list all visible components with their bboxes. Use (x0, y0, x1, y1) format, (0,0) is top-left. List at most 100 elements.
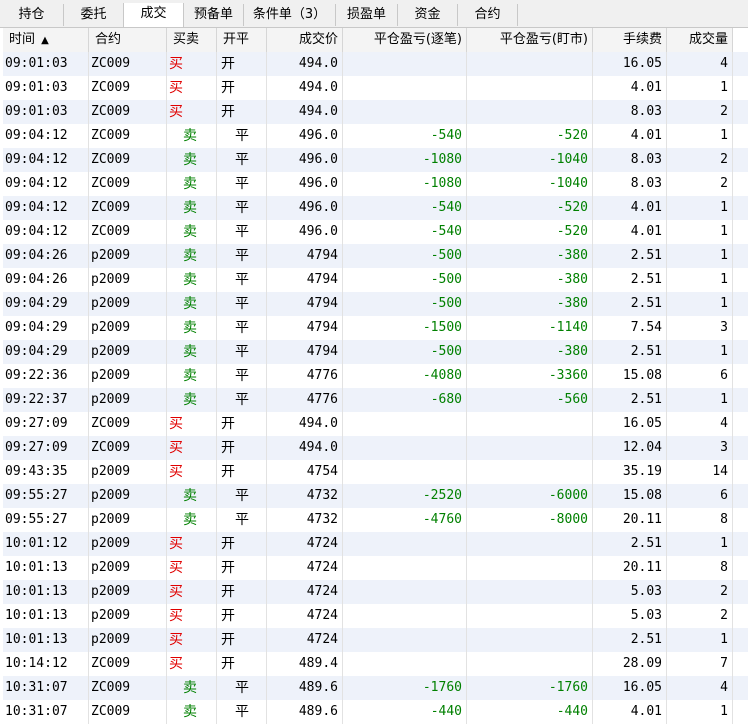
table-row[interactable]: 09:55:27 p2009 卖平 4732 -4760 -8000 20.11 8 (3, 508, 748, 532)
col-header-side[interactable]: 买卖 (167, 28, 217, 52)
tab-funds[interactable]: 资金 (398, 4, 458, 26)
tab-pending-orders[interactable]: 预备单 (184, 4, 244, 26)
table-row[interactable]: 10:01:13 p2009 买开 4724 5.03 2 (3, 604, 748, 628)
cell-side: 卖 (167, 196, 217, 220)
cell-open-close: 平 (217, 508, 267, 532)
table-row[interactable]: 09:01:03 ZC009 买开 494.0 4.01 1 (3, 76, 748, 100)
cell-symbol: p2009 (89, 556, 167, 580)
col-header-price[interactable]: 成交价 (267, 28, 343, 52)
table-row[interactable]: 09:04:26 p2009 卖平 4794 -500 -380 2.51 1 (3, 244, 748, 268)
cell-side: 卖 (167, 388, 217, 412)
cell-time: 10:01:13 (3, 580, 89, 604)
cell-symbol: p2009 (89, 508, 167, 532)
cell-time: 10:31:07 (3, 676, 89, 700)
cell-price: 494.0 (267, 52, 343, 76)
col-header-pl-trade[interactable]: 平仓盈亏(逐笔) (343, 28, 467, 52)
cell-time: 09:27:09 (3, 412, 89, 436)
cell-open-close: 平 (217, 676, 267, 700)
cell-fee: 4.01 (593, 196, 667, 220)
cell-open-close: 开 (217, 76, 267, 100)
cell-side: 卖 (167, 148, 217, 172)
cell-pl-mark (467, 52, 593, 76)
table-row[interactable]: 09:04:29 p2009 卖平 4794 -500 -380 2.51 1 (3, 340, 748, 364)
cell-qty: 1 (667, 532, 733, 556)
tab-positions[interactable]: 持仓 (0, 4, 64, 26)
table-row[interactable]: 10:14:12 ZC009 买开 489.4 28.09 7 (3, 652, 748, 676)
table-row[interactable]: 10:01:13 p2009 买开 4724 20.11 8 (3, 556, 748, 580)
table-row[interactable]: 09:01:03 ZC009 买开 494.0 16.05 4 (3, 52, 748, 76)
table-row[interactable]: 09:22:36 p2009 卖平 4776 -4080 -3360 15.08 6 (3, 364, 748, 388)
col-header-pl-mark[interactable]: 平仓盈亏(盯市) (467, 28, 593, 52)
col-header-time[interactable]: 时间 ▲ (3, 28, 89, 52)
cell-pl-trade (343, 556, 467, 580)
cell-time: 09:04:12 (3, 124, 89, 148)
table-row[interactable]: 09:04:12 ZC009 卖平 496.0 -540 -520 4.01 1 (3, 220, 748, 244)
table-header: 时间 ▲ 合约 买卖 开平 成交价 平仓盈亏(逐笔) 平仓盈亏(盯市) 手续费 … (3, 28, 733, 53)
tab-orders[interactable]: 委托 (64, 4, 124, 26)
table-row[interactable]: 09:04:12 ZC009 卖平 496.0 -1080 -1040 8.03 2 (3, 148, 748, 172)
table-row[interactable]: 10:01:13 p2009 买开 4724 5.03 2 (3, 580, 748, 604)
cell-qty: 2 (667, 172, 733, 196)
cell-pl-mark: -380 (467, 340, 593, 364)
table-row[interactable]: 09:04:29 p2009 卖平 4794 -500 -380 2.51 1 (3, 292, 748, 316)
cell-open-close: 开 (217, 604, 267, 628)
table-row[interactable]: 09:04:26 p2009 卖平 4794 -500 -380 2.51 1 (3, 268, 748, 292)
table-row[interactable]: 09:04:29 p2009 卖平 4794 -1500 -1140 7.54 3 (3, 316, 748, 340)
cell-time: 09:01:03 (3, 100, 89, 124)
table-row[interactable]: 09:27:09 ZC009 买开 494.0 12.04 3 (3, 436, 748, 460)
cell-fee: 2.51 (593, 628, 667, 652)
table-row[interactable]: 09:27:09 ZC009 买开 494.0 16.05 4 (3, 412, 748, 436)
cell-price: 489.4 (267, 652, 343, 676)
tab-stop-profit-orders[interactable]: 损盈单 (336, 4, 398, 26)
table-row[interactable]: 10:31:07 ZC009 卖平 489.6 -440 -440 4.01 1 (3, 700, 748, 724)
cell-open-close: 开 (217, 580, 267, 604)
col-header-qty[interactable]: 成交量 (667, 28, 733, 52)
tab-contracts[interactable]: 合约 (458, 4, 518, 26)
table-row[interactable]: 09:04:12 ZC009 卖平 496.0 -1080 -1040 8.03 2 (3, 172, 748, 196)
table-row[interactable]: 09:04:12 ZC009 卖平 496.0 -540 -520 4.01 1 (3, 196, 748, 220)
col-header-fee[interactable]: 手续费 (593, 28, 667, 52)
cell-pl-trade: -540 (343, 196, 467, 220)
table-row[interactable]: 09:01:03 ZC009 买开 494.0 8.03 2 (3, 100, 748, 124)
cell-fee: 16.05 (593, 676, 667, 700)
cell-pl-mark (467, 580, 593, 604)
table-row[interactable]: 09:22:37 p2009 卖平 4776 -680 -560 2.51 1 (3, 388, 748, 412)
cell-pl-mark: -380 (467, 244, 593, 268)
table-row[interactable]: 10:31:07 ZC009 卖平 489.6 -1760 -1760 16.05 4 (3, 676, 748, 700)
table-row[interactable]: 09:55:27 p2009 卖平 4732 -2520 -6000 15.08 6 (3, 484, 748, 508)
table-row[interactable]: 09:43:35 p2009 买开 4754 35.19 14 (3, 460, 748, 484)
tab-conditional-orders[interactable]: 条件单（3） (244, 4, 336, 26)
cell-qty: 2 (667, 580, 733, 604)
cell-open-close: 平 (217, 220, 267, 244)
table-row[interactable]: 09:04:12 ZC009 卖平 496.0 -540 -520 4.01 1 (3, 124, 748, 148)
cell-open-close: 平 (217, 196, 267, 220)
cell-fee: 8.03 (593, 172, 667, 196)
cell-side: 买 (167, 412, 217, 436)
cell-fee: 2.51 (593, 244, 667, 268)
cell-fee: 4.01 (593, 700, 667, 724)
cell-open-close: 开 (217, 460, 267, 484)
col-header-open-close[interactable]: 开平 (217, 28, 267, 52)
cell-symbol: p2009 (89, 364, 167, 388)
tab-trades[interactable]: 成交 (123, 3, 184, 27)
cell-fee: 20.11 (593, 508, 667, 532)
cell-pl-mark: -380 (467, 268, 593, 292)
cell-price: 4776 (267, 388, 343, 412)
col-header-symbol[interactable]: 合约 (89, 28, 167, 52)
cell-symbol: p2009 (89, 316, 167, 340)
table-row[interactable]: 10:01:13 p2009 买开 4724 2.51 1 (3, 628, 748, 652)
cell-fee: 2.51 (593, 340, 667, 364)
cell-side: 卖 (167, 676, 217, 700)
cell-side: 买 (167, 52, 217, 76)
cell-fee: 2.51 (593, 532, 667, 556)
cell-pl-mark (467, 412, 593, 436)
cell-price: 496.0 (267, 124, 343, 148)
cell-price: 4724 (267, 580, 343, 604)
cell-qty: 1 (667, 388, 733, 412)
cell-pl-trade: -680 (343, 388, 467, 412)
cell-side: 卖 (167, 340, 217, 364)
cell-price: 4732 (267, 508, 343, 532)
cell-fee: 12.04 (593, 436, 667, 460)
table-row[interactable]: 10:01:12 p2009 买开 4724 2.51 1 (3, 532, 748, 556)
cell-symbol: ZC009 (89, 652, 167, 676)
